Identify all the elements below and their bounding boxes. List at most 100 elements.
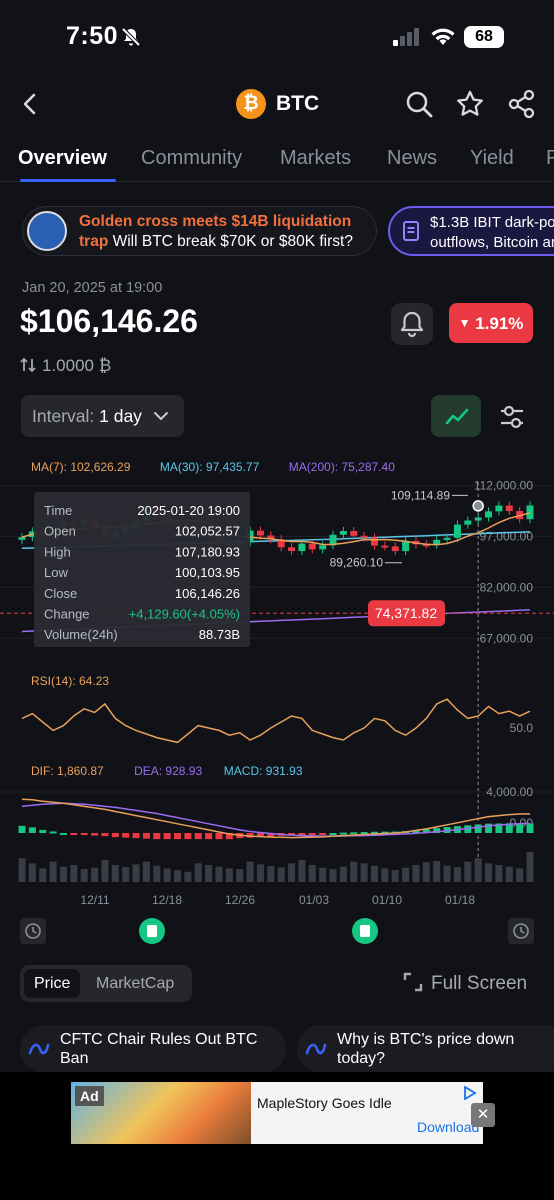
tab-community[interactable]: Community [141,147,242,170]
tooltip-key: Time [44,503,72,518]
interval-label: Interval: [32,406,95,426]
tooltip-value: +4,129.60(+4.05%) [129,607,240,622]
tab-yield[interactable]: Yield [470,147,514,170]
down-triangle-icon: ▼ [458,316,471,330]
amount-converter[interactable]: 1.0000 ₿ [20,356,111,376]
volume-bar [49,861,57,882]
macd-label: DIF: 1,860.87 [31,764,104,778]
volume-bar [495,865,503,882]
tooltip-key: Open [44,524,76,539]
volume-bar [453,867,461,882]
x-axis-label: 01/03 [299,893,329,907]
macd-histogram-bar [101,833,109,837]
tooltip-key: Volume(24h) [44,627,118,642]
current-price: $106,146.26 [20,303,198,339]
volume-bar [360,863,368,882]
tooltip-value: 106,146.26 [175,586,240,601]
line-chart-toggle[interactable] [431,395,481,437]
tab-overview[interactable]: Overview [18,147,107,170]
volume-bar [339,866,347,882]
news-marker-doc [147,925,157,937]
volume-bar [39,868,47,882]
adchoices-icon[interactable] [463,1086,477,1100]
macd-histogram-bar [174,833,182,840]
share-icon[interactable] [507,89,537,119]
macd-histogram-bar [18,825,26,833]
tab-more[interactable]: P [546,147,554,170]
candle-body [505,505,513,512]
ad-close-button[interactable]: ✕ [471,1103,495,1127]
macd-histogram-bar [319,833,327,835]
macd-histogram-bar [111,833,119,838]
y-axis-label: 67,000.00 [480,631,534,645]
tab-markets[interactable]: Markets [280,147,351,170]
related-question[interactable]: CFTC Chair Rules Out BTC Ban [20,1025,286,1073]
ad-banner[interactable]: Ad MapleStory Goes Idle Download [71,1082,483,1144]
volume-bar [246,861,254,882]
tooltip-value: 88.73B [199,627,240,642]
question-line: today? [337,1050,386,1067]
question-text: Why is BTC's price down today? [337,1030,514,1068]
status-bar: 7:50 68 [0,0,554,70]
volume-bar [433,860,441,882]
news-headline: Golden cross meets $14B liquidation trap… [79,212,374,252]
tab-news[interactable]: News [387,147,437,170]
volume-bar [174,870,182,882]
trend-line-icon [445,408,469,425]
news-card[interactable]: $1.3B IBIT dark-po outflows, Bitcoin ar [388,206,554,256]
candle-body [360,535,368,538]
chart-mode-tabs: Price MarketCap [20,965,192,1002]
ad-download-link[interactable]: Download [417,1119,479,1135]
quote-datetime: Jan 20, 2025 at 19:00 [22,280,163,296]
volume-bar [236,869,244,882]
volume-bar [526,852,534,882]
macd-histogram-bar [526,823,534,833]
wifi-icon [431,28,455,45]
macd-histogram-bar [49,831,57,834]
rsi-line [21,698,531,744]
ma-label: MA(30): 97,435.77 [160,460,260,474]
volume-bar [412,865,420,882]
volume-bar [184,871,192,882]
full-screen-button[interactable]: Full Screen [403,972,527,995]
expand-icon [403,972,423,992]
volume-bar [485,863,493,882]
volume-bar [391,870,399,882]
high-marker-label: 109,114.89 [391,488,450,502]
tab-price[interactable]: Price [24,969,81,998]
candle-body [370,537,378,546]
price-chart[interactable]: MA(7): 102,626.29 MA(30): 97,435.77 MA(200… [0,452,554,952]
cmc-ai-icon [305,1043,327,1055]
silent-bell-icon [121,27,141,47]
macd-histogram-bar [329,833,337,835]
swap-arrows-icon [20,357,36,373]
macd-histogram-bar [80,833,88,836]
macd-label: DEA: 928.93 [134,764,202,778]
volume-bar [319,867,327,882]
candle-body [526,505,534,520]
y-axis-label: 112,000.00 [474,479,533,493]
candle-body [391,546,399,552]
question-line: Why is BTC's price down [337,1031,515,1048]
tooltip-key: High [44,544,71,559]
star-icon[interactable] [455,89,485,119]
macd-histogram-bar [194,833,202,840]
volume-bar [464,861,472,882]
tab-marketcap[interactable]: MarketCap [86,969,184,998]
candle-body [464,520,472,525]
candle-body [256,530,264,536]
back-arrow-icon[interactable] [16,90,44,118]
price-alert-button[interactable] [391,303,433,345]
related-question[interactable]: Why is BTC's price down today? [297,1025,554,1073]
candle-body [453,524,461,538]
interval-selector[interactable]: Interval: 1 day [21,395,184,437]
volume-bar [288,863,296,882]
news-line: $1.3B IBIT dark-po [430,214,554,231]
macd-histogram-bar [298,833,306,835]
volume-bar [163,868,171,882]
search-icon[interactable] [404,89,434,119]
macd-histogram-bar [91,833,99,836]
price-change-badge: ▼ 1.91% [449,303,533,343]
news-card[interactable]: Golden cross meets $14B liquidation trap… [22,206,377,256]
chart-settings-icon[interactable] [497,403,527,431]
